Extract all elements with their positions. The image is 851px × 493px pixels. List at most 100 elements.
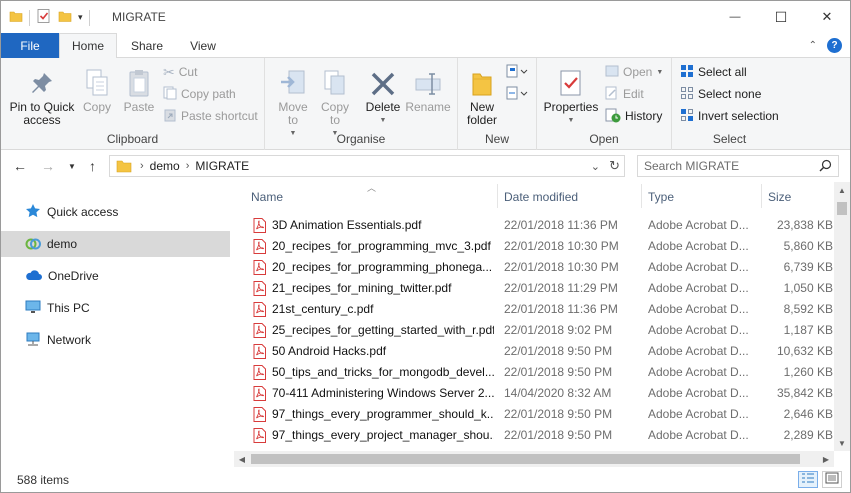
- edit-button[interactable]: Edit: [605, 84, 644, 104]
- organise-group-label: Organise: [336, 132, 386, 146]
- large-icons-view-button[interactable]: [822, 471, 842, 488]
- file-date-modified: 22/01/2018 9:50 PM: [504, 344, 613, 358]
- pin-to-quick-access-button[interactable]: Pin to Quick access: [7, 64, 77, 127]
- column-divider[interactable]: [761, 184, 762, 208]
- view-switcher: [798, 471, 842, 488]
- customize-qat-icon[interactable]: ▾: [78, 12, 83, 23]
- copy-path-button[interactable]: Copy path: [163, 84, 236, 104]
- move-to-button[interactable]: Move to ▼: [273, 64, 313, 140]
- scroll-left-icon[interactable]: ◀: [234, 451, 250, 467]
- address-bar[interactable]: › demo › MIGRATE ⌄ ↻: [109, 155, 625, 177]
- nav-item-this-pc[interactable]: This PC: [1, 295, 230, 321]
- file-row[interactable]: 20_recipes_for_programming_phonega... 22/…: [234, 257, 834, 278]
- invert-selection-button[interactable]: Invert selection: [680, 106, 779, 126]
- properties-button[interactable]: Properties ▼: [543, 64, 599, 127]
- new-folder-button[interactable]: New folder: [462, 64, 502, 127]
- search-input[interactable]: Search MIGRATE: [637, 155, 839, 177]
- nav-item-demo[interactable]: demo: [1, 231, 230, 257]
- file-date-modified: 22/01/2018 11:36 PM: [504, 302, 618, 316]
- file-row[interactable]: 50 Android Hacks.pdf 22/01/2018 9:50 PM Ad…: [234, 341, 834, 362]
- breadcrumb-demo[interactable]: demo: [150, 159, 180, 173]
- tab-share[interactable]: Share: [121, 33, 173, 58]
- forward-arrow-icon[interactable]: →: [41, 158, 55, 174]
- new-folder-qat-icon[interactable]: [58, 9, 72, 26]
- dropdown-caret-icon: ▼: [656, 68, 664, 76]
- recent-locations-chevron-icon[interactable]: ▼: [68, 162, 76, 171]
- pdf-file-icon: [253, 344, 266, 362]
- dropdown-caret-icon: ▼: [379, 117, 387, 124]
- horizontal-scrollbar[interactable]: ◀ ▶: [234, 451, 834, 467]
- vertical-scrollbar-thumb[interactable]: [837, 202, 847, 215]
- address-dropdown-icon[interactable]: ⌄: [591, 160, 600, 173]
- refresh-icon[interactable]: ↻: [609, 158, 620, 174]
- details-view-icon: [801, 472, 815, 487]
- maximize-button[interactable]: ☐: [758, 1, 804, 33]
- minimize-button[interactable]: —: [712, 1, 758, 33]
- column-header-size[interactable]: Size: [768, 190, 791, 204]
- file-row[interactable]: 97_things_every_programmer_should_k... 22…: [234, 404, 834, 425]
- copy-icon: [84, 64, 110, 98]
- file-type: Adobe Acrobat D...: [648, 281, 749, 295]
- file-row[interactable]: 3D Animation Essentials.pdf 22/01/2018 11…: [234, 215, 834, 236]
- breadcrumb-chevron-icon[interactable]: ›: [140, 160, 144, 172]
- file-size: 35,842 KB: [776, 386, 833, 400]
- select-group: Select all Select none Invert selection …: [672, 58, 787, 150]
- help-icon[interactable]: ?: [827, 38, 842, 53]
- easy-access-icon[interactable]: [506, 86, 528, 105]
- file-row[interactable]: 50_tips_and_tricks_for_mongodb_devel... 2…: [234, 362, 834, 383]
- column-header-type[interactable]: Type: [648, 190, 674, 204]
- column-header-date[interactable]: Date modified: [504, 190, 578, 204]
- scroll-right-icon[interactable]: ▶: [818, 451, 834, 467]
- scroll-up-icon[interactable]: ▲: [834, 182, 850, 198]
- breadcrumb-chevron-icon[interactable]: ›: [186, 160, 190, 172]
- history-button[interactable]: History: [605, 106, 662, 126]
- breadcrumb-migrate[interactable]: MIGRATE: [195, 159, 249, 173]
- paste-button[interactable]: Paste: [119, 64, 159, 114]
- tab-home[interactable]: Home: [59, 33, 117, 59]
- file-date-modified: 22/01/2018 11:29 PM: [504, 281, 618, 295]
- new-folder-icon: [469, 64, 495, 98]
- new-item-icon[interactable]: [506, 64, 528, 83]
- file-row[interactable]: 21_recipes_for_mining_twitter.pdf 22/01/2…: [234, 278, 834, 299]
- tab-file[interactable]: File: [1, 33, 59, 58]
- select-none-button[interactable]: Select none: [680, 84, 761, 104]
- file-row[interactable]: 97_things_every_project_manager_shou... 2…: [234, 425, 834, 446]
- column-divider[interactable]: [641, 184, 642, 208]
- up-arrow-icon[interactable]: ↑: [89, 158, 96, 174]
- details-view-button[interactable]: [798, 471, 818, 488]
- nav-item-onedrive[interactable]: OneDrive: [1, 263, 230, 289]
- horizontal-scrollbar-thumb[interactable]: [251, 454, 800, 464]
- chevron-up-icon[interactable]: ⌃: [809, 40, 817, 51]
- column-divider[interactable]: [497, 184, 498, 208]
- address-row: ← → ▼ ↑ › demo › MIGRATE ⌄ ↻ Search MIGR…: [1, 150, 850, 182]
- file-row[interactable]: 70-411 Administering Windows Server 2...…: [234, 383, 834, 404]
- file-date-modified: 14/04/2020 8:32 AM: [504, 386, 612, 400]
- file-name: 50 Android Hacks.pdf: [272, 344, 387, 358]
- select-all-button[interactable]: Select all: [680, 62, 747, 82]
- file-type: Adobe Acrobat D...: [648, 365, 749, 379]
- tab-view[interactable]: View: [177, 33, 229, 58]
- cut-button[interactable]: ✂ Cut: [163, 62, 197, 82]
- copy-button[interactable]: Copy: [77, 64, 117, 114]
- delete-button[interactable]: Delete ▼: [363, 64, 403, 127]
- vertical-scrollbar[interactable]: ▲ ▼: [834, 182, 850, 451]
- new-group-label: New: [484, 132, 509, 146]
- column-header-name[interactable]: Name: [251, 190, 283, 204]
- copy-to-button[interactable]: Copy to ▼: [315, 64, 355, 140]
- file-row[interactable]: 20_recipes_for_programming_mvc_3.pdf 22/0…: [234, 236, 834, 257]
- divider: [29, 9, 30, 26]
- paste-shortcut-button[interactable]: Paste shortcut: [163, 106, 258, 126]
- scroll-down-icon[interactable]: ▼: [834, 435, 850, 451]
- nav-item-quick-access[interactable]: Quick access: [1, 199, 230, 225]
- open-button[interactable]: Open ▼: [605, 62, 663, 82]
- file-row[interactable]: 25_recipes_for_getting_started_with_r.pd…: [234, 320, 834, 341]
- rename-button[interactable]: Rename: [405, 64, 451, 114]
- search-icon[interactable]: [819, 159, 832, 175]
- select-all-icon: [680, 64, 694, 81]
- properties-qat-icon[interactable]: [36, 8, 52, 27]
- close-button[interactable]: ✕: [804, 1, 850, 33]
- file-row[interactable]: 21st_century_c.pdf 22/01/2018 11:36 PM Ado…: [234, 299, 834, 320]
- back-arrow-icon[interactable]: ←: [13, 158, 27, 174]
- nav-item-network[interactable]: Network: [1, 327, 230, 353]
- file-date-modified: 22/01/2018 9:50 PM: [504, 428, 613, 442]
